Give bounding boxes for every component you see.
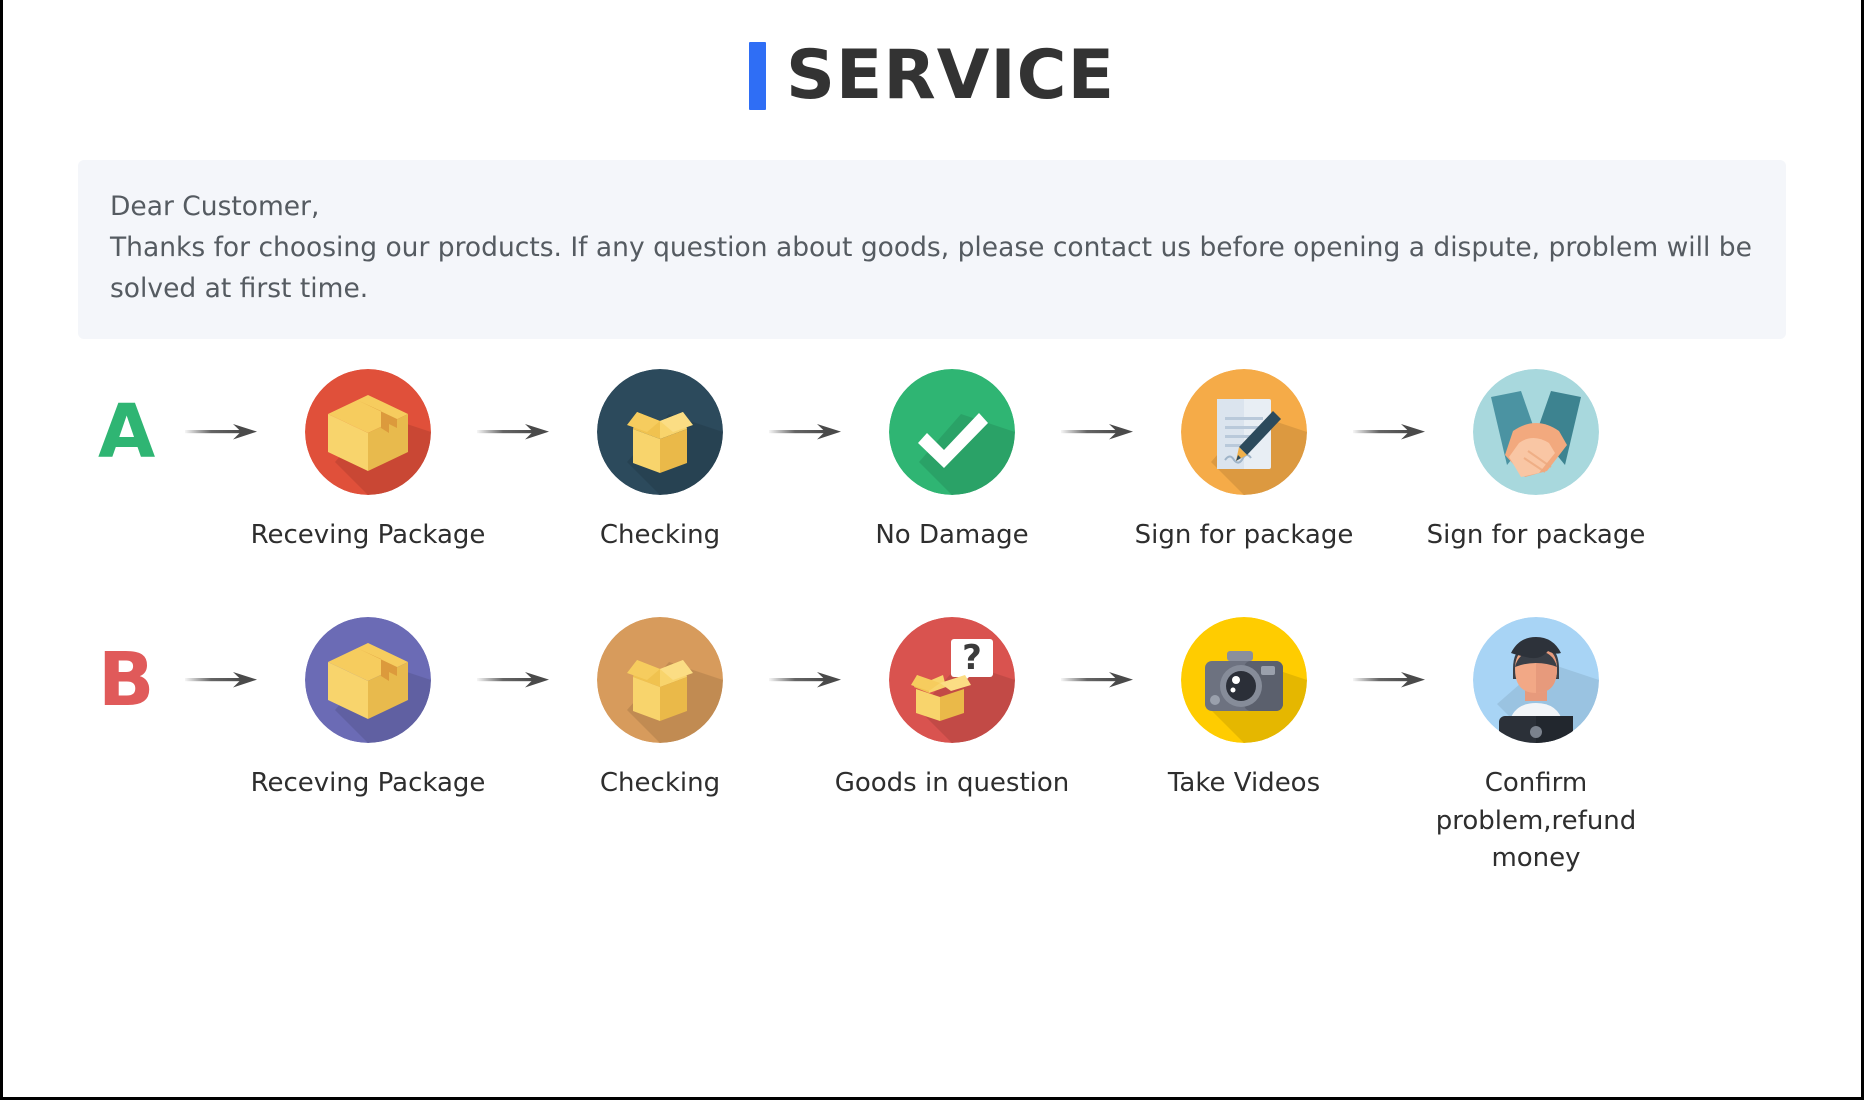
notice-body: Thanks for choosing our products. If any… xyxy=(110,232,1752,305)
customer-notice-box: Dear Customer, Thanks for choosing our p… xyxy=(78,160,1786,340)
flow-step: Receving Package xyxy=(251,369,485,555)
flow-step: Confirm problem,refund money xyxy=(1436,616,1636,878)
svg-text:?: ? xyxy=(962,638,982,678)
arrow-right-icon xyxy=(176,617,268,743)
check-mark-icon xyxy=(889,369,1015,496)
support-agent-icon xyxy=(1473,616,1599,743)
page-title: SERVICE xyxy=(785,36,1116,115)
page-header: SERVICE xyxy=(3,0,1861,110)
question-box-icon: ? xyxy=(889,616,1015,743)
arrow-right-icon xyxy=(468,369,560,495)
flow-step-label: Checking xyxy=(599,520,721,551)
flow-step-label: Sign for package xyxy=(1134,520,1354,551)
flow-step-label: Receving Package xyxy=(250,520,486,551)
arrow-right-icon xyxy=(468,617,560,743)
flow-step: Receving Package xyxy=(251,616,485,803)
flow-letter-a: A xyxy=(98,389,156,476)
handshake-icon xyxy=(1473,369,1599,496)
accent-bar-icon xyxy=(748,42,766,110)
document-pen-icon xyxy=(1181,369,1307,496)
camera-icon xyxy=(1181,616,1307,743)
arrow-right-icon xyxy=(176,369,268,495)
flow-step-label: No Damage xyxy=(875,520,1029,551)
arrow-right-icon xyxy=(1344,617,1436,743)
flow-step-label: Confirm problem,refund money xyxy=(1435,767,1637,874)
flow-step: Sign for package xyxy=(1135,369,1353,555)
flow-step: Checking xyxy=(560,616,760,803)
flow-step-label: Receving Package xyxy=(250,767,486,798)
flow-step-label: Take Videos xyxy=(1167,767,1321,798)
flow-step-label: Sign for package xyxy=(1426,520,1646,551)
flow-step: Take Videos xyxy=(1144,616,1344,803)
flow-step-label: Checking xyxy=(599,767,721,798)
arrow-right-icon xyxy=(760,617,852,743)
arrow-right-icon xyxy=(1344,369,1436,495)
flow-row-b: B Receving Package Checking ? Goods in q… xyxy=(3,616,1861,878)
sealed-box-icon xyxy=(305,616,431,743)
open-box-icon xyxy=(597,616,723,743)
flow-letter-b: B xyxy=(98,636,155,723)
flow-step: ? Goods in question xyxy=(835,616,1069,803)
arrow-right-icon xyxy=(1052,369,1144,495)
open-box-icon xyxy=(597,369,723,496)
sealed-box-icon xyxy=(305,369,431,496)
flow-step-label: Goods in question xyxy=(834,767,1070,798)
flow-step: Checking xyxy=(560,369,760,555)
flow-row-a: A Receving Package Checking No Damage Si… xyxy=(3,369,1861,555)
flow-step: No Damage xyxy=(852,369,1052,555)
flow-step: Sign for package xyxy=(1427,369,1645,555)
service-page: SERVICE Dear Customer, Thanks for choosi… xyxy=(0,0,1864,1100)
arrow-right-icon xyxy=(1052,617,1144,743)
flow-container: A Receving Package Checking No Damage Si… xyxy=(3,369,1861,878)
notice-greeting: Dear Customer, xyxy=(110,191,320,222)
arrow-right-icon xyxy=(760,369,852,495)
